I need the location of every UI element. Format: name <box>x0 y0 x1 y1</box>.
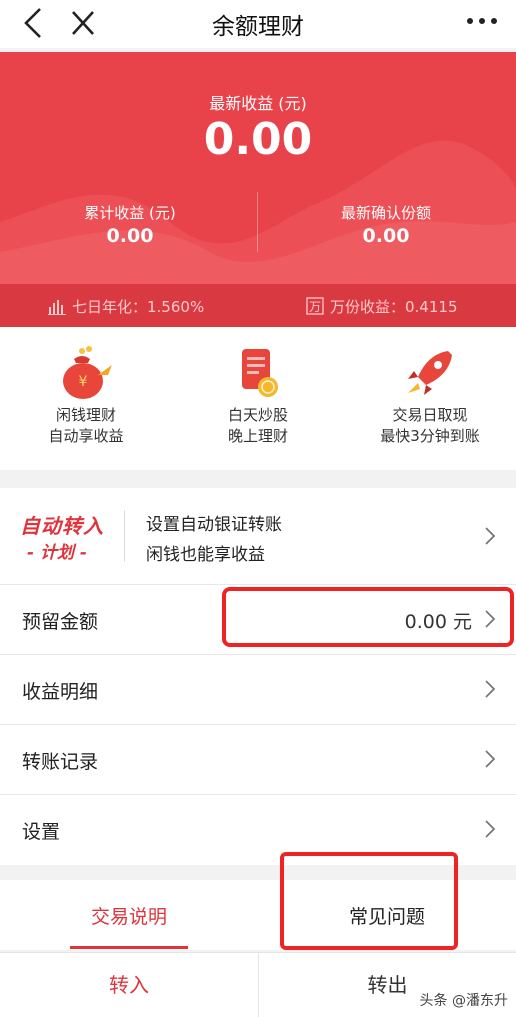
watermark-text: 头条 @潘东升 <box>419 993 508 1009</box>
svg-text:¥: ¥ <box>79 374 88 390</box>
feature-stock-day-line1: 白天炒股 <box>227 406 288 424</box>
tab-trade-instructions[interactable]: 交易说明 <box>0 902 258 929</box>
top-bar: 余额理财 <box>0 0 516 48</box>
transfer-records-row[interactable]: 转账记录 <box>0 725 516 795</box>
feature-idle-money: ¥ 闲钱理财 自动享收益 <box>0 345 172 447</box>
auto-plan-logo-line1: 自动转入 <box>20 514 104 538</box>
seven-day-yield-text: 七日年化：1.560% <box>72 298 205 316</box>
cumulative-earnings-value: 0.00 <box>106 225 154 247</box>
confirmed-shares-value: 0.00 <box>362 225 410 247</box>
auto-plan-logo-line2: - 计划 - <box>27 543 87 563</box>
rocket-icon <box>408 351 452 395</box>
cumulative-earnings-label: 累计收益 (元) <box>84 204 176 222</box>
annotation-box-reserve <box>222 587 514 647</box>
cumulative-earnings: 累计收益 (元) 0.00 <box>30 202 230 247</box>
chevron-right-icon <box>485 680 496 698</box>
confirmed-shares: 最新确认份额 0.00 <box>286 202 486 247</box>
feature-fast-withdraw-line1: 交易日取现 <box>392 406 468 424</box>
auto-plan-divider <box>124 510 125 562</box>
feature-fast-withdraw: 交易日取现 最快3分钟到账 <box>344 345 516 447</box>
page-title: 余额理财 <box>212 14 304 40</box>
transfer-in-button[interactable]: 转入 <box>0 953 258 1017</box>
money-bag-icon: ¥ <box>63 346 112 399</box>
latest-earnings-label: 最新收益 (元) <box>209 94 307 113</box>
annotation-box-faq <box>280 852 458 950</box>
feature-fast-withdraw-line2: 最快3分钟到账 <box>380 427 480 445</box>
chevron-right-icon <box>485 527 496 545</box>
feature-stock-day: 白天炒股 晚上理财 <box>172 345 344 447</box>
bar-chart-icon <box>48 300 66 315</box>
menu-panel: 自动转入 - 计划 - 设置自动银证转账 闲钱也能享收益 预留金额 0.00 元… <box>0 488 516 865</box>
per-10k-icon-char: 万 <box>309 300 321 314</box>
per-10k-icon: 万 <box>306 297 324 315</box>
auto-transfer-plan[interactable]: 自动转入 - 计划 - 设置自动银证转账 闲钱也能享收益 <box>0 488 516 585</box>
per-10k-earnings: 万 万份收益：0.4115 <box>306 296 458 317</box>
latest-earnings-value: 0.00 <box>203 114 313 165</box>
transfer-records-label: 转账记录 <box>22 751 99 773</box>
auto-plan-title: 设置自动银证转账 <box>146 515 282 535</box>
per-10k-earnings-text: 万份收益：0.4115 <box>330 298 458 316</box>
yield-strip: 七日年化：1.560% 万 万份收益：0.4115 <box>0 284 516 327</box>
reserve-amount-label: 预留金额 <box>22 611 99 633</box>
active-tab-underline <box>70 946 188 949</box>
settings-label: 设置 <box>22 821 61 843</box>
stat-divider <box>257 192 258 252</box>
wave-background <box>0 140 516 284</box>
auto-plan-subtitle: 闲钱也能享收益 <box>146 545 265 565</box>
chevron-right-icon <box>485 750 496 768</box>
earnings-details-row[interactable]: 收益明细 <box>0 655 516 725</box>
phone-coin-icon <box>242 349 278 397</box>
feature-idle-money-line2: 自动享收益 <box>48 427 124 445</box>
earnings-hero-card: 最新收益 (元) 0.00 累计收益 (元) 0.00 最新确认份额 0.00 … <box>0 52 516 327</box>
feature-stock-day-line2: 晚上理财 <box>227 427 288 445</box>
confirmed-shares-label: 最新确认份额 <box>340 204 431 222</box>
earnings-details-label: 收益明细 <box>22 681 99 703</box>
chevron-right-icon <box>485 820 496 838</box>
seven-day-yield: 七日年化：1.560% <box>48 296 204 317</box>
more-options-icon[interactable] <box>464 8 500 34</box>
feature-highlights: ¥ 闲钱理财 自动享收益 白天炒股 晚上理财 交易日取现 最快3分钟到账 <box>0 327 516 470</box>
feature-idle-money-line1: 闲钱理财 <box>55 406 116 424</box>
